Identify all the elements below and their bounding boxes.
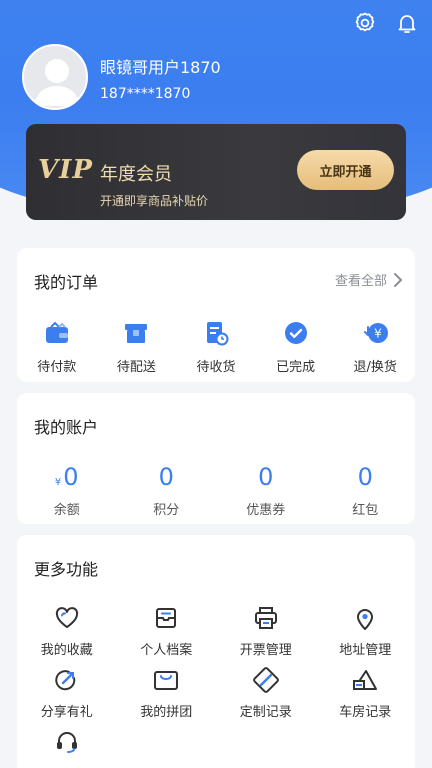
feature-address[interactable]: 地址管理 xyxy=(316,605,416,667)
coupons-label: 优惠券 xyxy=(246,503,286,518)
order-completed[interactable]: 已完成 xyxy=(256,320,336,375)
account-balance[interactable]: ¥ 0 余额 xyxy=(17,463,117,518)
feature-label: 个人档案 xyxy=(140,643,193,658)
order-pending-delivery[interactable]: 待配送 xyxy=(97,320,177,375)
vip-logo: VIP xyxy=(38,155,93,185)
user-phone: 187****1870 xyxy=(100,86,191,102)
heart-icon xyxy=(53,605,81,631)
feature-label: 分享有礼 xyxy=(40,705,93,720)
order-pending-payment[interactable]: 待付款 xyxy=(17,320,97,375)
box-icon xyxy=(122,320,150,346)
feature-favorites[interactable]: 我的收藏 xyxy=(17,605,117,667)
profile-header: 眼镜哥用户1870 187****1870 VIP 年度会员 开通即享商品补贴价… xyxy=(0,0,432,225)
feature-share[interactable]: 分享有礼 xyxy=(17,667,117,729)
balance-value-wrap: ¥ 0 xyxy=(55,463,79,493)
feature-label: 地址管理 xyxy=(339,643,392,658)
svg-text:¥: ¥ xyxy=(374,327,382,341)
printer-icon xyxy=(252,605,280,631)
order-pending-receipt[interactable]: 待收货 xyxy=(176,320,256,375)
account-coupons[interactable]: 0 优惠券 xyxy=(216,463,316,518)
feature-invoice[interactable]: 开票管理 xyxy=(216,605,316,667)
refund-icon: ¥ xyxy=(361,320,389,346)
account-red-packets[interactable]: 0 红包 xyxy=(316,463,416,518)
vip-title: 年度会员 xyxy=(100,164,172,185)
feature-car-house-records[interactable]: 车房记录 xyxy=(316,667,416,729)
wallet-icon xyxy=(43,320,71,346)
vip-subtitle: 开通即享商品补贴价 xyxy=(100,194,209,208)
currency-symbol: ¥ xyxy=(54,477,62,488)
check-circle-icon xyxy=(282,320,310,346)
feature-label: 定制记录 xyxy=(239,705,292,720)
feature-personal-file[interactable]: 个人档案 xyxy=(117,605,217,667)
red-packets-value: 0 xyxy=(357,463,373,491)
car-house-icon xyxy=(351,667,379,693)
order-item-label: 待收货 xyxy=(196,360,236,375)
feature-label: 车房记录 xyxy=(339,705,392,720)
balance-value: 0 xyxy=(63,463,79,491)
order-refund-exchange[interactable]: ¥ 退/换货 xyxy=(335,320,415,375)
more-title: 更多功能 xyxy=(34,560,99,579)
receipt-clock-icon xyxy=(202,320,230,346)
points-label: 积分 xyxy=(153,503,180,518)
vip-banner[interactable]: VIP 年度会员 开通即享商品补贴价 立即开通 xyxy=(26,124,406,220)
view-all-orders-link[interactable]: 查看全部 xyxy=(335,270,403,289)
feature-label: 我的拼团 xyxy=(140,705,193,720)
order-item-label: 已完成 xyxy=(276,360,316,375)
location-icon xyxy=(351,605,379,631)
more-features-card: 更多功能 我的收藏 个人档案 开票管理 地址管理 分享有礼 我的拼团 定制记录 … xyxy=(17,535,415,768)
view-all-label: 查看全部 xyxy=(334,274,387,289)
coupons-value: 0 xyxy=(258,463,274,491)
order-status-list: 待付款 待配送 待收货 已完成 ¥ 退/换货 xyxy=(17,320,415,375)
feature-label: 开票管理 xyxy=(239,643,292,658)
order-item-label: 待配送 xyxy=(116,360,156,375)
ruler-pencil-icon xyxy=(252,667,280,693)
account-stats: ¥ 0 余额 0 积分 0 优惠券 0 红包 xyxy=(17,463,415,518)
feature-label: 我的收藏 xyxy=(40,643,93,658)
archive-icon xyxy=(152,605,180,631)
order-item-label: 退/换货 xyxy=(353,360,397,375)
bell-icon[interactable] xyxy=(394,10,420,36)
settings-gear-icon[interactable] xyxy=(352,10,378,36)
order-item-label: 待付款 xyxy=(37,360,77,375)
orders-card: 我的订单 查看全部 待付款 待配送 待收货 已完成 ¥ 退/换货 xyxy=(17,248,415,382)
features-grid: 我的收藏 个人档案 开票管理 地址管理 分享有礼 我的拼团 定制记录 车房记录 xyxy=(17,605,415,768)
user-name[interactable]: 眼镜哥用户1870 xyxy=(100,54,221,78)
vip-activate-button[interactable]: 立即开通 xyxy=(297,150,394,190)
feature-customer-service[interactable] xyxy=(17,729,117,768)
points-value: 0 xyxy=(158,463,174,491)
headset-icon xyxy=(53,729,81,755)
account-points[interactable]: 0 积分 xyxy=(117,463,217,518)
share-icon xyxy=(53,667,81,693)
feature-group-buy[interactable]: 我的拼团 xyxy=(117,667,217,729)
account-card: 我的账户 ¥ 0 余额 0 积分 0 优惠券 0 红包 xyxy=(17,393,415,524)
balance-label: 余额 xyxy=(53,503,80,518)
red-packets-label: 红包 xyxy=(352,503,379,518)
chevron-right-icon xyxy=(394,272,402,287)
avatar[interactable] xyxy=(22,44,88,110)
feature-custom-records[interactable]: 定制记录 xyxy=(216,667,316,729)
orders-title: 我的订单 xyxy=(34,273,99,292)
group-bag-icon xyxy=(152,667,180,693)
account-title: 我的账户 xyxy=(34,418,99,437)
header-actions xyxy=(352,10,420,36)
